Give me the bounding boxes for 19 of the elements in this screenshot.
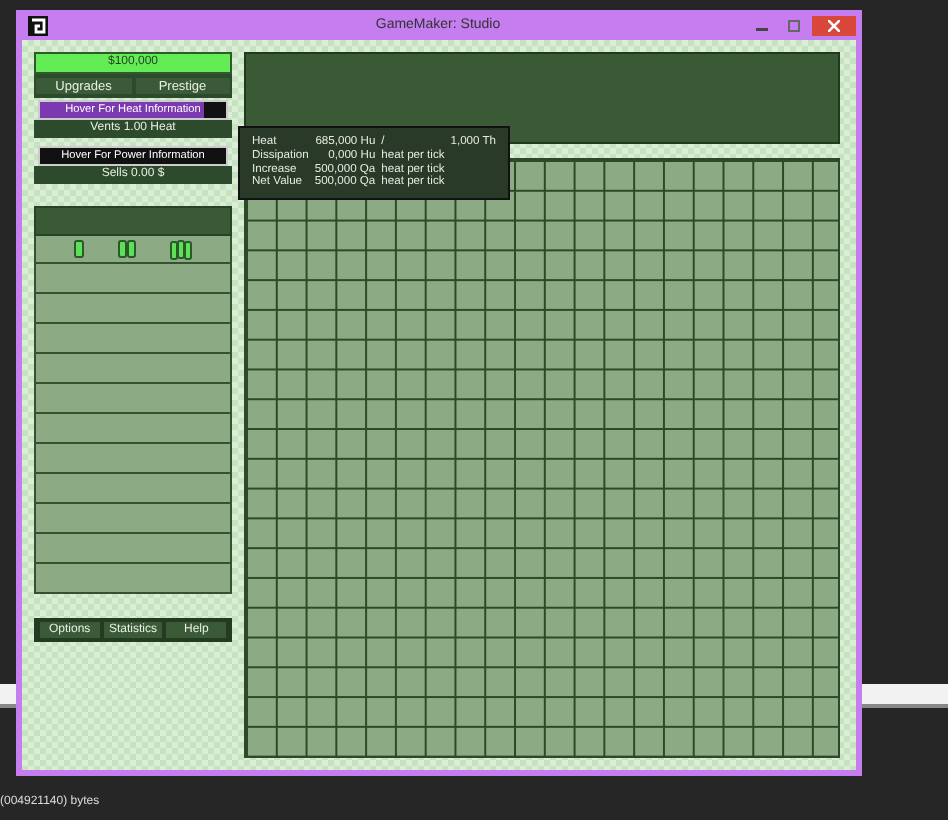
empty-slot[interactable] bbox=[34, 534, 232, 564]
empty-slot[interactable] bbox=[34, 354, 232, 384]
reactor-grid[interactable] bbox=[244, 158, 840, 758]
double-rod-icon[interactable] bbox=[117, 240, 136, 258]
close-button[interactable] bbox=[812, 15, 856, 35]
app-icon bbox=[28, 15, 48, 35]
maximize-icon bbox=[788, 19, 800, 31]
single-rod-icon[interactable] bbox=[73, 240, 84, 258]
triple-rod-icon[interactable] bbox=[170, 239, 193, 259]
empty-slot[interactable] bbox=[34, 294, 232, 324]
empty-slot[interactable] bbox=[34, 474, 232, 504]
empty-slot[interactable] bbox=[34, 414, 232, 444]
empty-slot[interactable] bbox=[34, 504, 232, 534]
close-icon bbox=[828, 19, 840, 31]
empty-slot[interactable] bbox=[34, 384, 232, 414]
empty-slot[interactable] bbox=[34, 564, 232, 594]
empty-slot[interactable] bbox=[34, 264, 232, 294]
empty-slot[interactable] bbox=[34, 444, 232, 474]
empty-slot[interactable] bbox=[34, 324, 232, 354]
